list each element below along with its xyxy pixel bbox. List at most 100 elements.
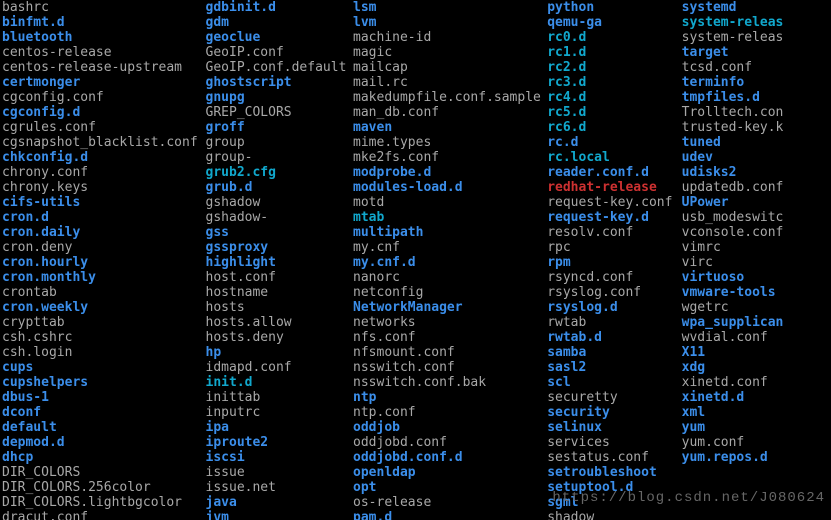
file-entry: bluetooth <box>2 30 206 45</box>
file-entry: group- <box>206 150 354 165</box>
file-entry: ntp.conf <box>353 405 547 420</box>
file-entry: mailcap <box>353 60 547 75</box>
file-entry: cron.d <box>2 210 206 225</box>
file-entry: sasl2 <box>547 360 681 375</box>
file-entry: mke2fs.conf <box>353 150 547 165</box>
file-entry: yum.repos.d <box>682 450 831 465</box>
file-entry: yum <box>682 420 831 435</box>
file-entry: DIR_COLORS.lightbgcolor <box>2 495 206 510</box>
file-entry: modprobe.d <box>353 165 547 180</box>
file-entry: inputrc <box>206 405 354 420</box>
file-entry: cron.monthly <box>2 270 206 285</box>
file-entry: vmware-tools <box>682 285 831 300</box>
file-entry: maven <box>353 120 547 135</box>
file-entry: terminfo <box>682 75 831 90</box>
file-entry: dracut.conf <box>2 510 206 520</box>
file-entry: tuned <box>682 135 831 150</box>
file-entry: rc5.d <box>547 105 681 120</box>
file-entry: centos-release <box>2 45 206 60</box>
file-entry: rc2.d <box>547 60 681 75</box>
file-entry: Trolltech.con <box>682 105 831 120</box>
file-entry: mime.types <box>353 135 547 150</box>
file-entry: rc3.d <box>547 75 681 90</box>
file-entry: crontab <box>2 285 206 300</box>
file-entry: ntp <box>353 390 547 405</box>
file-entry: ghostscript <box>206 75 354 90</box>
file-entry: qemu-ga <box>547 15 681 30</box>
file-entry: hostname <box>206 285 354 300</box>
file-entry: rpm <box>547 255 681 270</box>
file-entry: scl <box>547 375 681 390</box>
file-entry: groff <box>206 120 354 135</box>
file-entry: dconf <box>2 405 206 420</box>
file-entry: system-releas <box>682 15 831 30</box>
file-entry: geoclue <box>206 30 354 45</box>
file-entry: gss <box>206 225 354 240</box>
file-entry: cron.deny <box>2 240 206 255</box>
file-entry: xdg <box>682 360 831 375</box>
file-entry: certmonger <box>2 75 206 90</box>
file-entry: securetty <box>547 390 681 405</box>
file-entry: rc.local <box>547 150 681 165</box>
file-entry: bashrc <box>2 0 206 15</box>
file-entry: wvdial.conf <box>682 330 831 345</box>
file-entry: xml <box>682 405 831 420</box>
file-entry: cgrules.conf <box>2 120 206 135</box>
file-entry: machine-id <box>353 30 547 45</box>
file-entry: hosts.deny <box>206 330 354 345</box>
file-entry: redhat-release <box>547 180 681 195</box>
file-entry: motd <box>353 195 547 210</box>
file-entry: rc.d <box>547 135 681 150</box>
file-entry: NetworkManager <box>353 300 547 315</box>
file-entry: chrony.conf <box>2 165 206 180</box>
file-entry: xinetd.d <box>682 390 831 405</box>
file-entry: system-releas <box>682 30 831 45</box>
file-entry: rwtab.d <box>547 330 681 345</box>
file-entry: lsm <box>353 0 547 15</box>
file-entry: chrony.keys <box>2 180 206 195</box>
file-entry: rpc <box>547 240 681 255</box>
file-entry: mail.rc <box>353 75 547 90</box>
column-4: systemdsystem-releassystem-releastargett… <box>682 0 831 520</box>
file-entry: DIR_COLORS <box>2 465 206 480</box>
file-entry: host.conf <box>206 270 354 285</box>
file-entry: nsswitch.conf.bak <box>353 375 547 390</box>
file-entry: usb_modeswitc <box>682 210 831 225</box>
file-entry: rsyslog.conf <box>547 285 681 300</box>
file-entry: cups <box>2 360 206 375</box>
file-entry: systemd <box>682 0 831 15</box>
file-entry: crypttab <box>2 315 206 330</box>
file-entry: virtuoso <box>682 270 831 285</box>
file-entry: nsswitch.conf <box>353 360 547 375</box>
file-entry: services <box>547 435 681 450</box>
file-entry: yum.conf <box>682 435 831 450</box>
file-entry: grub.d <box>206 180 354 195</box>
file-entry: centos-release-upstream <box>2 60 206 75</box>
watermark-text: https://blog.csdn.net/J080624 <box>552 491 825 506</box>
file-entry: cron.daily <box>2 225 206 240</box>
file-entry: request-key.d <box>547 210 681 225</box>
file-entry: pam.d <box>353 510 547 520</box>
file-entry: tcsd.conf <box>682 60 831 75</box>
file-entry: cupshelpers <box>2 375 206 390</box>
file-entry: rwtab <box>547 315 681 330</box>
file-entry: gssproxy <box>206 240 354 255</box>
file-entry: nfs.conf <box>353 330 547 345</box>
file-entry: binfmt.d <box>2 15 206 30</box>
file-entry: target <box>682 45 831 60</box>
file-entry: GREP_COLORS <box>206 105 354 120</box>
file-entry: rc4.d <box>547 90 681 105</box>
file-entry: init.d <box>206 375 354 390</box>
file-entry: inittab <box>206 390 354 405</box>
file-entry: setroubleshoot <box>547 465 681 480</box>
file-entry: rc1.d <box>547 45 681 60</box>
file-entry: mtab <box>353 210 547 225</box>
file-entry: request-key.conf <box>547 195 681 210</box>
column-2: lsmlvmmachine-idmagicmailcapmail.rcmaked… <box>353 0 547 520</box>
file-entry: shadow <box>547 510 681 520</box>
file-entry: gdbinit.d <box>206 0 354 15</box>
file-entry: dhcp <box>2 450 206 465</box>
file-entry: cgconfig.conf <box>2 90 206 105</box>
file-entry: highlight <box>206 255 354 270</box>
file-entry: dbus-1 <box>2 390 206 405</box>
